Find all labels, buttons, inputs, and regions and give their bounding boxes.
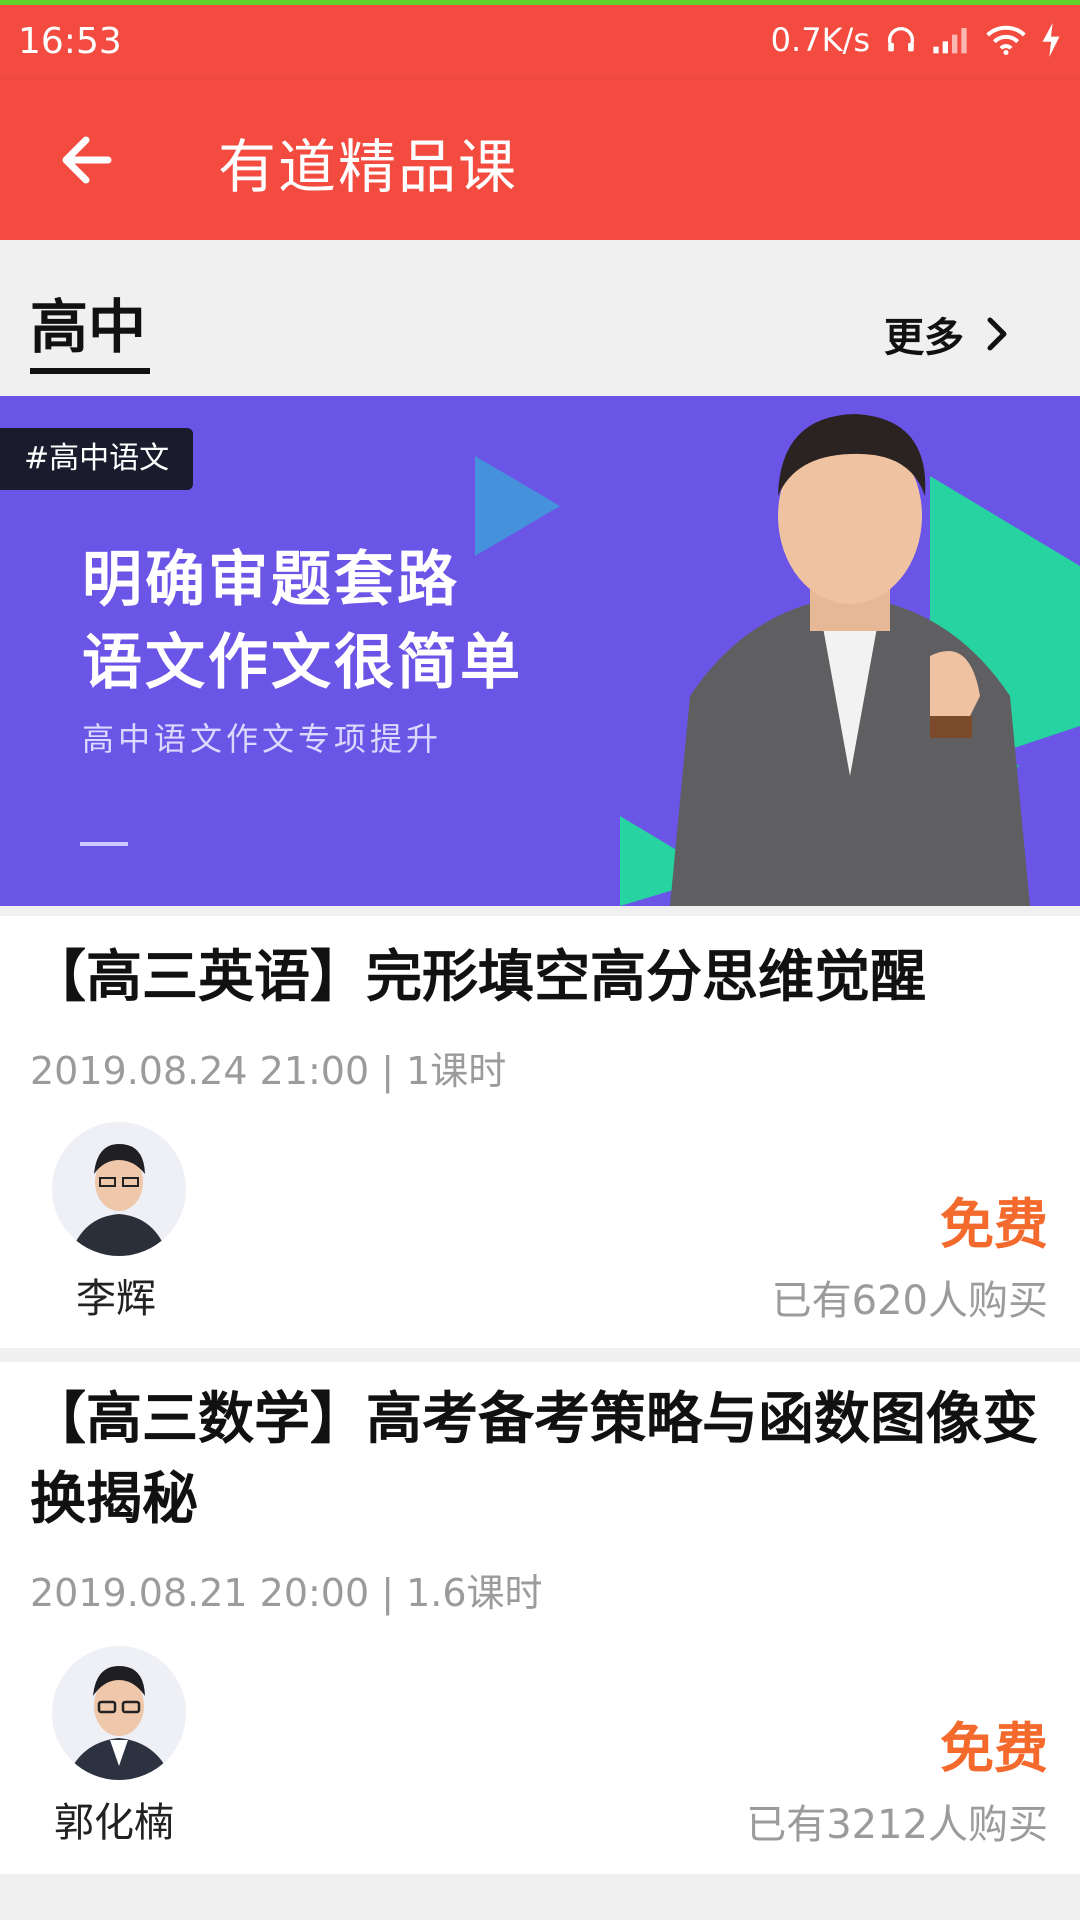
status-bar: 16:53 0.7K/s bbox=[0, 0, 1080, 80]
teacher-photo bbox=[670, 414, 1030, 906]
status-icons: 0.7K/s bbox=[771, 21, 1062, 59]
headphones-icon bbox=[887, 27, 915, 52]
banner-subtitle: 高中语文作文专项提升 bbox=[82, 720, 443, 758]
course-card[interactable]: 【高三英语】完形填空高分思维觉醒 2019.08.24 21:00 | 1课时 … bbox=[0, 916, 1080, 1348]
signal-icon bbox=[933, 28, 967, 54]
avatar bbox=[52, 1122, 186, 1256]
app-bar: 有道精品课 bbox=[0, 80, 1080, 240]
banner-headline-1: 明确审题套路 bbox=[82, 545, 460, 615]
course-meta: 2019.08.21 20:00 | 1.6课时 bbox=[30, 1571, 543, 1615]
status-time: 16:53 bbox=[18, 21, 122, 62]
charging-icon bbox=[1042, 23, 1060, 57]
back-arrow-icon bbox=[62, 136, 112, 184]
avatar bbox=[52, 1646, 186, 1780]
price-label: 免费 bbox=[940, 1193, 1048, 1256]
section-header: 高中 更多 bbox=[0, 240, 1080, 395]
wifi-icon bbox=[986, 25, 1026, 55]
course-card[interactable]: 【高三数学】高考备考策略与函数图像变换揭秘 2019.08.21 20:00 |… bbox=[0, 1362, 1080, 1874]
promo-banner[interactable]: #高中语文 明确审题套路 语文作文很简单 高中语文作文专项提升 bbox=[0, 396, 1080, 906]
buyers-count: 已有3212人购买 bbox=[746, 1802, 1048, 1848]
back-button[interactable] bbox=[50, 120, 130, 200]
tab-high-school[interactable]: 高中 bbox=[30, 280, 146, 364]
more-button[interactable]: 更多 bbox=[884, 305, 1010, 363]
course-title: 【高三数学】高考备考策略与函数图像变换揭秘 bbox=[30, 1387, 1038, 1532]
teacher-name: 郭化楠 bbox=[54, 1800, 174, 1846]
net-speed: 0.7K/s bbox=[770, 21, 870, 59]
course-title: 【高三英语】完形填空高分思维觉醒 bbox=[30, 945, 926, 1010]
chevron-right-icon bbox=[987, 317, 1007, 351]
carousel-indicator bbox=[80, 842, 128, 846]
page-title: 有道精品课 bbox=[218, 133, 519, 201]
tab-indicator bbox=[30, 368, 150, 374]
banner-tag: #高中语文 bbox=[0, 428, 194, 490]
teacher-name: 李辉 bbox=[76, 1276, 156, 1322]
banner-headline-2: 语文作文很简单 bbox=[82, 628, 523, 698]
more-label: 更多 bbox=[884, 315, 964, 361]
course-meta: 2019.08.24 21:00 | 1课时 bbox=[30, 1049, 507, 1093]
buyers-count: 已有620人购买 bbox=[771, 1278, 1048, 1324]
price-label: 免费 bbox=[940, 1717, 1048, 1780]
